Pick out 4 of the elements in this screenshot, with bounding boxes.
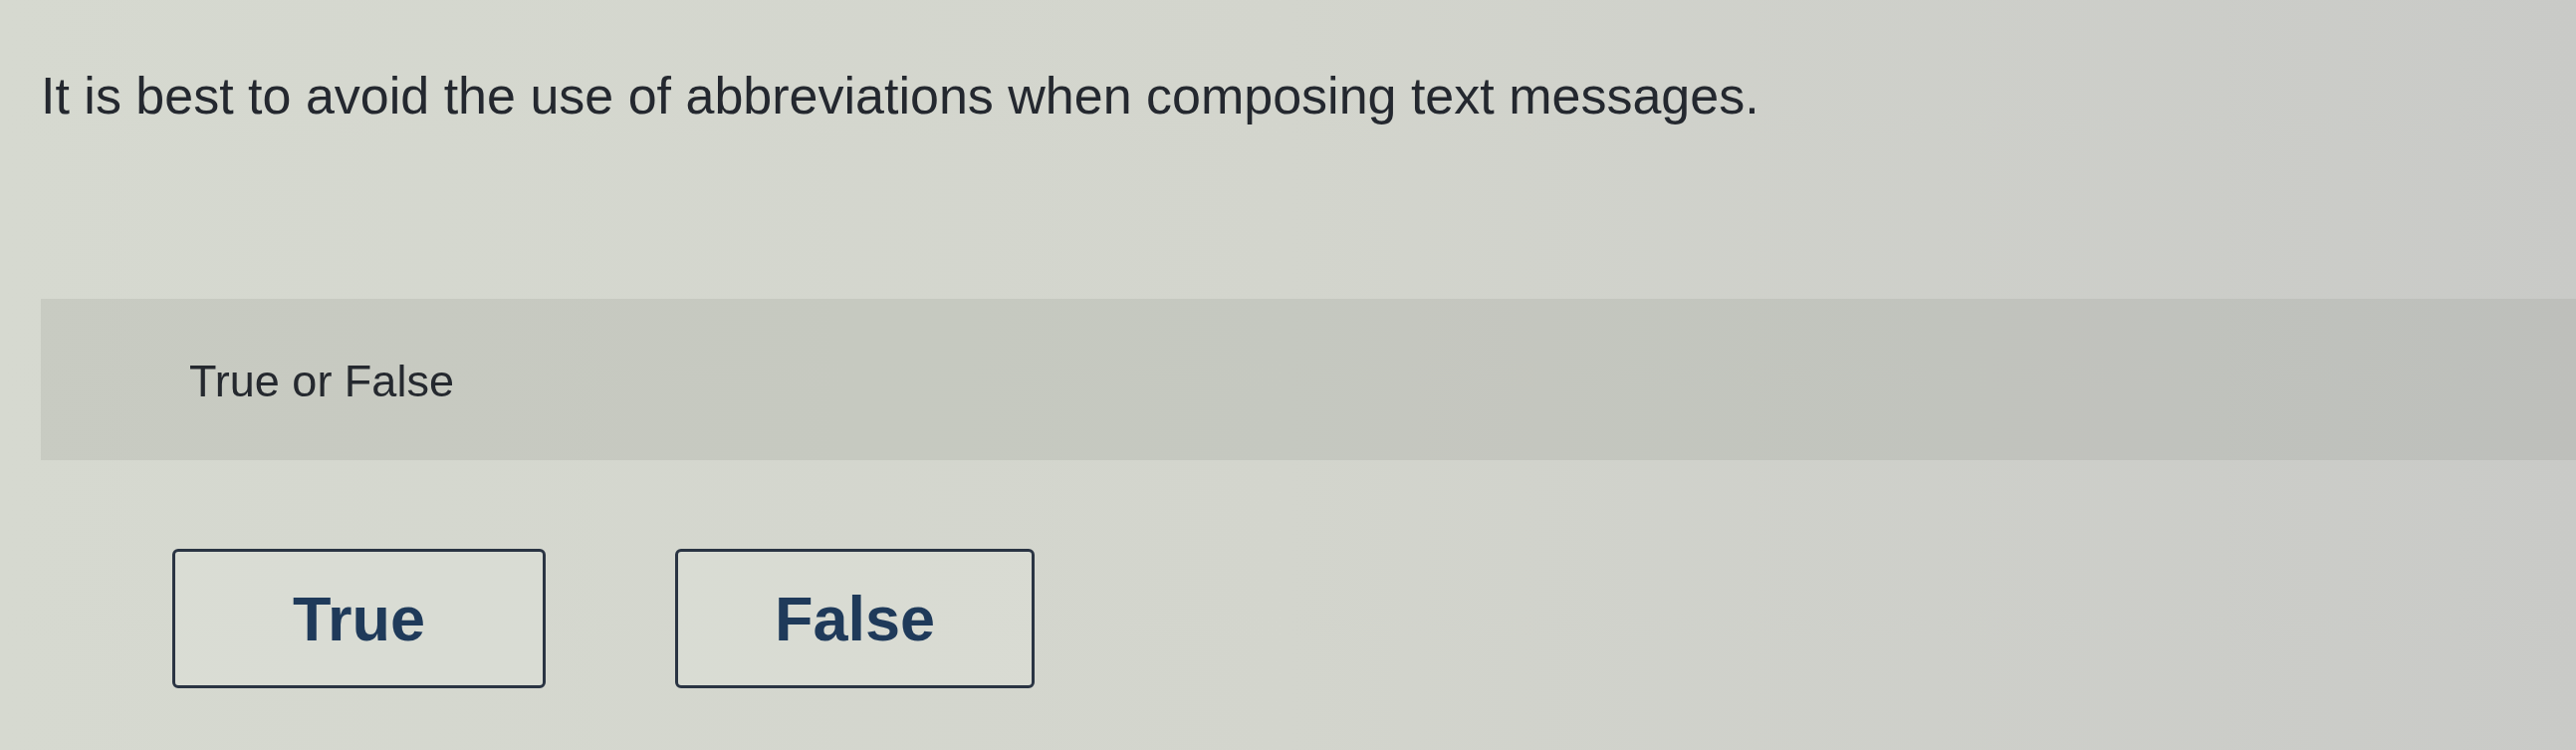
answer-prompt: True or False [189, 356, 454, 407]
answer-option-button[interactable]: True [172, 549, 546, 688]
question-text: It is best to avoid the use of abbreviations when composing text messages. [41, 66, 1759, 126]
answer-option-button[interactable]: False [675, 549, 1035, 688]
